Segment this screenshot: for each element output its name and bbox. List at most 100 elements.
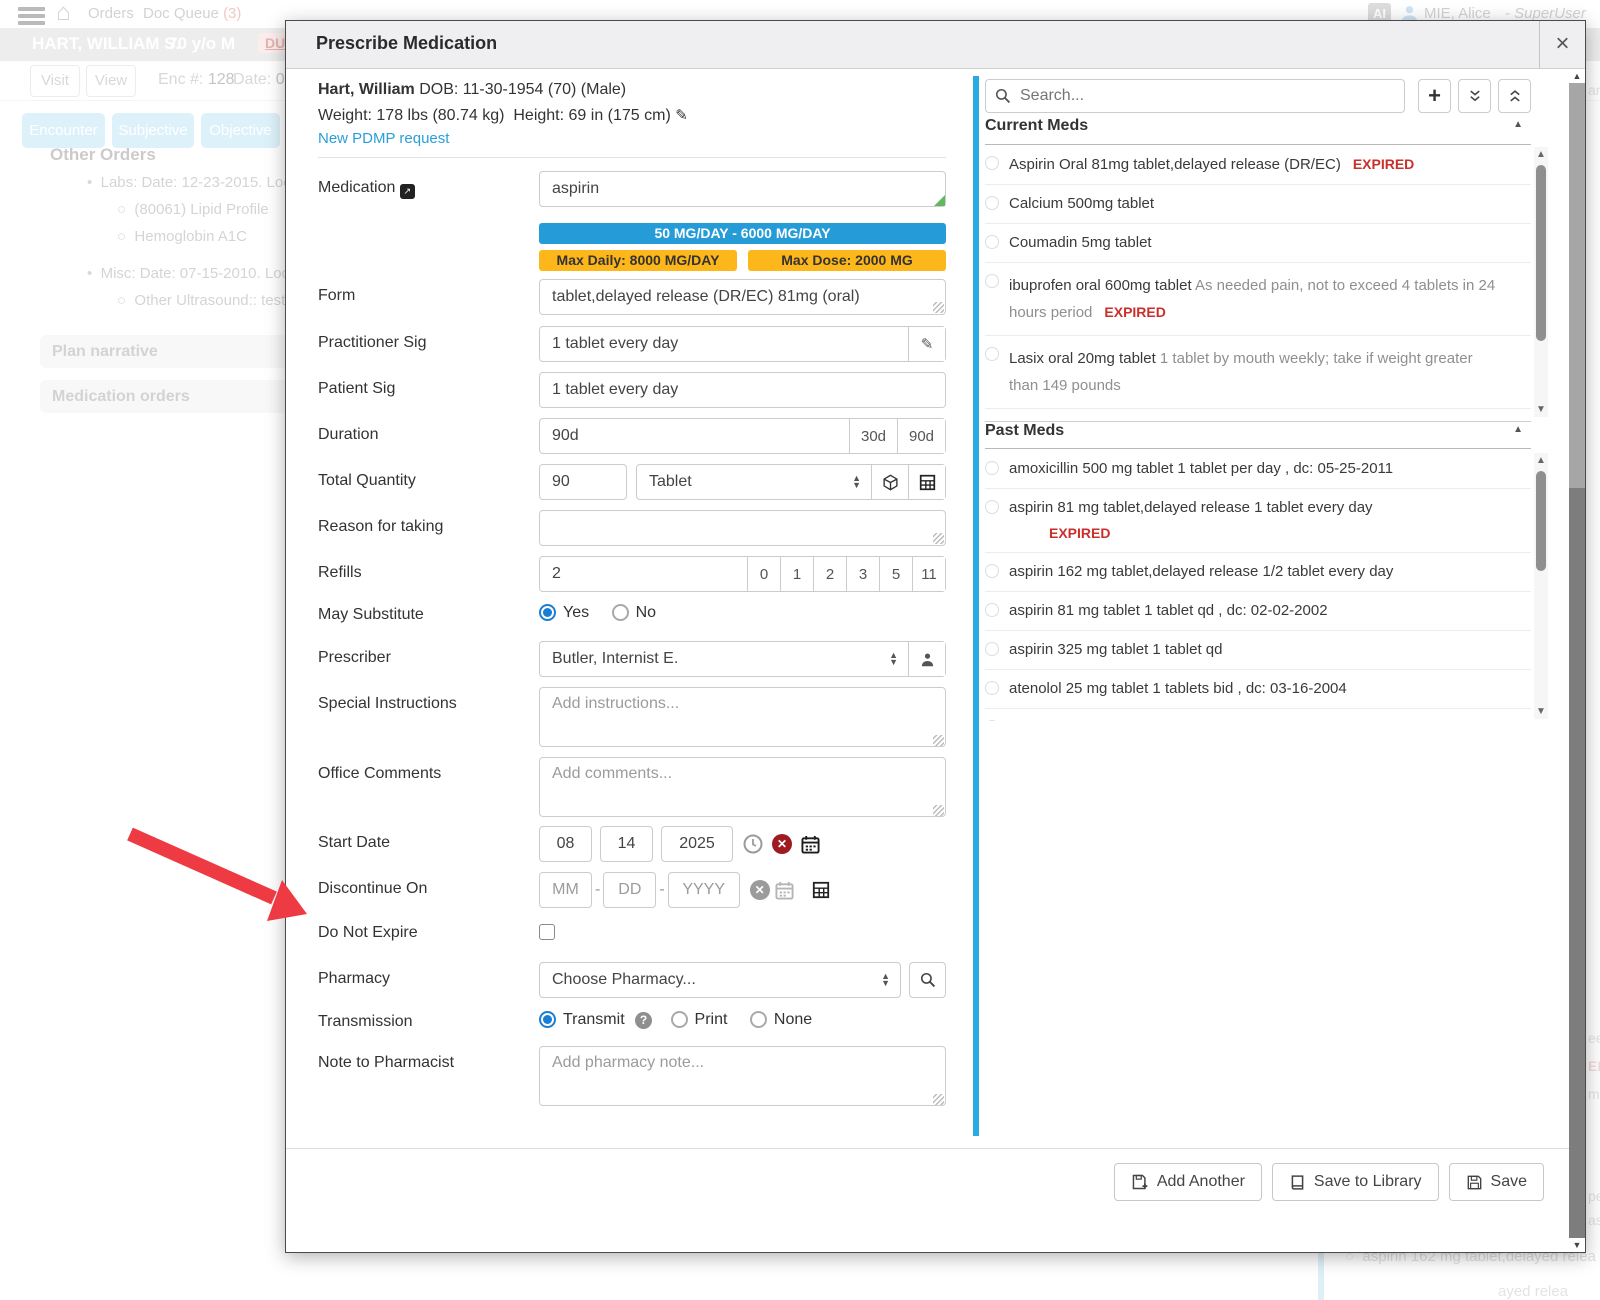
med-radio-icon[interactable]	[985, 681, 999, 695]
past-meds-scrollbar[interactable]: ▲ ▼	[1534, 453, 1548, 719]
duration-quick-90d[interactable]: 90d	[897, 419, 945, 453]
dispense-unit-button[interactable]	[871, 465, 908, 499]
edit-sig-button[interactable]: ✎	[908, 327, 945, 361]
med-radio-icon[interactable]	[985, 603, 999, 617]
patient-sig-input[interactable]	[539, 372, 946, 408]
scroll-thumb[interactable]	[1536, 165, 1546, 341]
prescriber-lookup-button[interactable]	[908, 642, 945, 676]
save-button[interactable]: Save	[1449, 1163, 1544, 1201]
print-radio[interactable]	[671, 1011, 688, 1028]
modal-scroll-down-icon[interactable]: ▼	[1569, 1238, 1585, 1252]
med-radio-icon[interactable]	[985, 274, 999, 288]
resize-grip[interactable]	[933, 1094, 944, 1105]
add-med-button[interactable]: +	[1418, 79, 1451, 113]
modal-scroll-thumb[interactable]	[1569, 83, 1585, 488]
refills-quick-1[interactable]: 1	[780, 557, 813, 591]
modal-scrollbar[interactable]: ▲ ▼	[1569, 69, 1585, 1252]
med-list-item[interactable]: ibuprofen oral 600mg tablet As needed pa…	[985, 263, 1531, 336]
transmit-radio[interactable]	[539, 1011, 556, 1028]
clear-start-date-icon[interactable]: ✕	[772, 834, 792, 854]
close-icon[interactable]: ×	[1539, 21, 1585, 68]
resize-grip[interactable]	[933, 302, 944, 313]
external-link-icon[interactable]: ↗	[400, 184, 415, 199]
pharmacy-note-textarea[interactable]	[539, 1046, 946, 1106]
scroll-down-icon[interactable]: ▼	[1534, 706, 1548, 717]
collapse-all-button[interactable]	[1458, 79, 1491, 113]
do-not-expire-checkbox[interactable]	[539, 924, 555, 940]
past-meds-header[interactable]: Past Meds▲	[985, 421, 1531, 449]
scroll-thumb[interactable]	[1536, 471, 1546, 571]
clear-discontinue-icon[interactable]: ✕	[750, 880, 770, 900]
refills-quick-5[interactable]: 5	[879, 557, 912, 591]
start-year-input[interactable]	[661, 826, 733, 862]
resize-grip[interactable]	[933, 805, 944, 816]
med-list-item[interactable]: aspirin 162 mg tablet,delayed release 1/…	[985, 553, 1531, 592]
refills-quick-11[interactable]: 11	[912, 557, 945, 591]
scroll-up-icon[interactable]: ▲	[1534, 455, 1548, 466]
modal-scroll-up-icon[interactable]: ▲	[1569, 69, 1585, 83]
med-list-item[interactable]: Coumadin 5mg tablet	[985, 224, 1531, 263]
med-radio-icon[interactable]	[985, 500, 999, 514]
substitute-no-radio[interactable]	[612, 604, 629, 621]
calendar-icon[interactable]	[801, 835, 820, 854]
resize-grip[interactable]	[933, 735, 944, 746]
pharmacy-search-button[interactable]	[909, 962, 946, 998]
start-day-input[interactable]	[600, 826, 653, 862]
med-list-item[interactable]: amoxicillin 500 mg tablet 1 tablet per d…	[985, 450, 1531, 489]
practitioner-sig-input[interactable]	[540, 327, 908, 361]
reason-input[interactable]	[539, 510, 946, 546]
med-list-item[interactable]: aspirin 325 mg tablet 1 tablet qd	[985, 631, 1531, 670]
med-radio-icon[interactable]	[985, 642, 999, 656]
duration-quick-30d[interactable]: 30d	[849, 419, 897, 453]
med-list-item[interactable]: amoxicillin tablet 250mg 1 tablet tid	[985, 709, 1531, 721]
discontinue-year-input[interactable]	[668, 872, 740, 908]
med-radio-icon[interactable]	[985, 196, 999, 210]
med-radio-icon[interactable]	[985, 564, 999, 578]
med-radio-icon[interactable]	[985, 720, 999, 721]
discontinue-month-input[interactable]	[539, 872, 592, 908]
refills-quick-0[interactable]: 0	[747, 557, 780, 591]
save-to-library-button[interactable]: Save to Library	[1272, 1163, 1439, 1201]
total-quantity-input[interactable]	[539, 464, 627, 500]
edit-metrics-pencil-icon[interactable]: ✎	[675, 107, 688, 124]
start-month-input[interactable]	[539, 826, 592, 862]
none-radio[interactable]	[750, 1011, 767, 1028]
clock-icon[interactable]	[743, 834, 763, 854]
resize-grip[interactable]	[933, 533, 944, 544]
med-list-item[interactable]: Aspirin Oral 81mg tablet,delayed release…	[985, 145, 1531, 185]
scroll-down-icon[interactable]: ▼	[1534, 404, 1548, 415]
new-pdmp-link[interactable]: New PDMP request	[318, 130, 449, 147]
form-input[interactable]	[539, 279, 946, 315]
refills-quick-2[interactable]: 2	[813, 557, 846, 591]
duration-calculator-icon[interactable]	[812, 881, 830, 899]
med-list-item[interactable]: aspirin 81 mg tablet 1 tablet qd , dc: 0…	[985, 592, 1531, 631]
med-radio-icon[interactable]	[985, 461, 999, 475]
transmit-help-icon[interactable]: ?	[635, 1012, 652, 1029]
quantity-calculator-button[interactable]	[908, 465, 945, 499]
calendar-icon-disabled[interactable]	[775, 881, 794, 900]
med-list-item[interactable]: aspirin 81 mg tablet,delayed release 1 t…	[985, 489, 1531, 553]
med-radio-icon[interactable]	[985, 156, 999, 170]
quantity-unit-select[interactable]: Tablet ▲▼	[637, 465, 871, 499]
substitute-yes-radio[interactable]	[539, 604, 556, 621]
collapse-triangle-icon[interactable]: ▲	[1513, 424, 1523, 435]
collapse-triangle-icon[interactable]: ▲	[1513, 119, 1523, 130]
refills-quick-3[interactable]: 3	[846, 557, 879, 591]
med-list-item[interactable]: Lisinopril 10mg tabletEXPIRED	[985, 409, 1531, 419]
med-list-item[interactable]: Calcium 500mg tablet	[985, 185, 1531, 224]
current-meds-header[interactable]: Current Meds▲	[985, 117, 1531, 145]
prescriber-select[interactable]: Butler, Internist E. ▲▼	[540, 642, 908, 676]
pharmacy-select[interactable]: Choose Pharmacy... ▲▼	[539, 962, 901, 998]
current-meds-scrollbar[interactable]: ▲ ▼	[1534, 147, 1548, 417]
duration-input[interactable]	[540, 419, 849, 453]
med-radio-icon[interactable]	[985, 235, 999, 249]
med-list-item[interactable]: Lasix oral 20mg tablet 1 tablet by mouth…	[985, 336, 1531, 409]
med-radio-icon[interactable]	[985, 347, 999, 361]
add-another-button[interactable]: Add Another	[1114, 1163, 1262, 1201]
discontinue-day-input[interactable]	[603, 872, 656, 908]
expand-all-button[interactable]	[1498, 79, 1531, 113]
special-instructions-textarea[interactable]	[539, 687, 946, 747]
medication-input[interactable]	[539, 171, 946, 207]
scroll-up-icon[interactable]: ▲	[1534, 149, 1548, 160]
meds-search-input[interactable]	[985, 79, 1405, 113]
